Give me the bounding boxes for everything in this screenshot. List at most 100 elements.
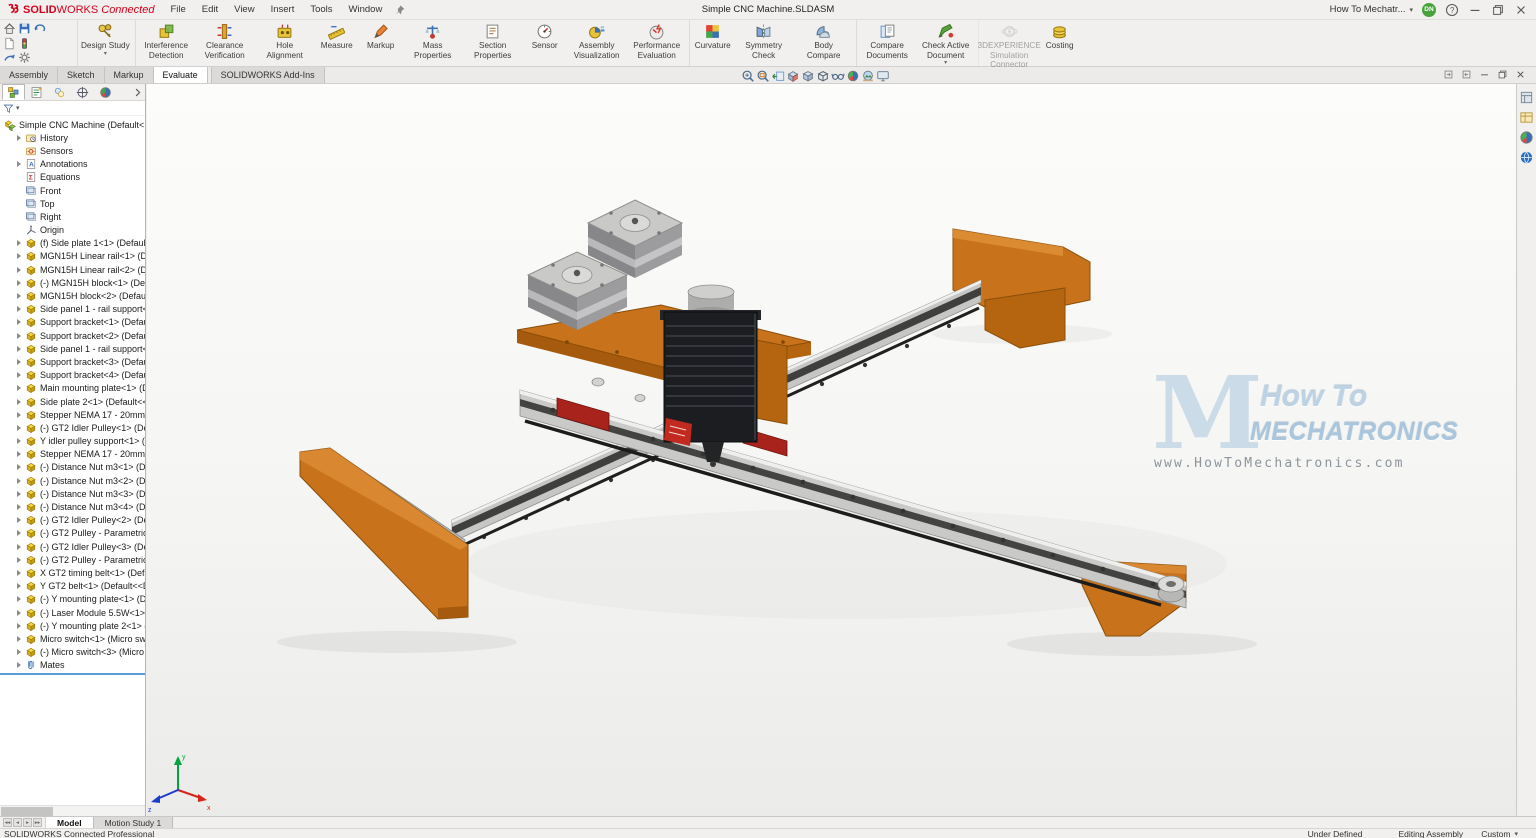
expand-arrow-icon[interactable] bbox=[17, 399, 21, 405]
tree-item[interactable]: Stepper NEMA 17 - 20mm shaft<1> bbox=[0, 408, 145, 421]
tree-item[interactable]: Mates bbox=[0, 659, 145, 672]
task-pane-button[interactable] bbox=[1519, 110, 1534, 125]
menu-item[interactable]: Window bbox=[341, 4, 391, 15]
restore-button[interactable] bbox=[1491, 3, 1505, 17]
feature-manager-tab[interactable] bbox=[71, 84, 94, 100]
headsup-button[interactable]: ▾ bbox=[786, 69, 800, 83]
expand-arrow-icon[interactable] bbox=[17, 253, 21, 259]
expand-arrow-icon[interactable] bbox=[17, 161, 21, 167]
account-menu[interactable]: How To Mechatr...▾ bbox=[1330, 4, 1413, 15]
menu-item[interactable]: Tools bbox=[302, 4, 340, 15]
ribbon-button[interactable]: Measure ▾ bbox=[315, 20, 359, 66]
feature-manager-tab[interactable] bbox=[94, 84, 117, 100]
expand-arrow-icon[interactable] bbox=[17, 504, 21, 510]
tree-item[interactable]: Y GT2 belt<1> (Default<<Default>_ bbox=[0, 580, 145, 593]
expand-arrow-icon[interactable] bbox=[17, 293, 21, 299]
tree-item[interactable]: (-) GT2 Pulley - Parametric<2> (GT2 bbox=[0, 527, 145, 540]
ribbon-button[interactable]: Mass Properties ▾ bbox=[403, 20, 463, 66]
quick-access-button[interactable]: ▾ bbox=[18, 37, 31, 50]
tree-item[interactable]: Σ Equations bbox=[0, 171, 145, 184]
expand-arrow-icon[interactable] bbox=[17, 451, 21, 457]
command-tab[interactable]: Assembly bbox=[0, 67, 58, 83]
tree-item[interactable]: (-) Micro switch<3> (Micro switch< bbox=[0, 646, 145, 659]
expand-arrow-icon[interactable] bbox=[17, 464, 21, 470]
expand-arrow-icon[interactable] bbox=[17, 412, 21, 418]
tree-item[interactable]: Side panel 1 - rail support<2> (Defa bbox=[0, 342, 145, 355]
quick-access-button[interactable]: ▾ bbox=[18, 51, 31, 64]
tree-item[interactable]: MGN15H Linear rail<1> (Default<<D bbox=[0, 250, 145, 263]
expand-arrow-icon[interactable] bbox=[17, 530, 21, 536]
doc-close-icon[interactable] bbox=[1515, 69, 1526, 80]
expand-arrow-icon[interactable] bbox=[17, 544, 21, 550]
expand-arrow-icon[interactable] bbox=[17, 649, 21, 655]
study-tab[interactable]: Motion Study 1 bbox=[94, 817, 174, 828]
next-tab-button[interactable]: ▸ bbox=[23, 818, 32, 827]
tree-item[interactable]: (-) Distance Nut m3<4> (Default<< bbox=[0, 500, 145, 513]
headsup-button[interactable]: ▾ bbox=[861, 69, 875, 83]
tree-item[interactable]: (-) Laser Module 5.5W<1> (Default< bbox=[0, 606, 145, 619]
expand-arrow-icon[interactable] bbox=[17, 372, 21, 378]
expand-arrow-icon[interactable] bbox=[17, 319, 21, 325]
menu-item[interactable]: Edit bbox=[194, 4, 226, 15]
ribbon-button[interactable]: Compare Documents ▾ bbox=[856, 20, 916, 66]
tree-item[interactable]: (-) Y mounting plate<1> (Default<< bbox=[0, 593, 145, 606]
tree-item[interactable]: (-) Distance Nut m3<1> (Default<< bbox=[0, 461, 145, 474]
task-pane-button[interactable] bbox=[1519, 90, 1534, 105]
expand-arrow-icon[interactable] bbox=[17, 346, 21, 352]
expand-arrow-icon[interactable] bbox=[17, 478, 21, 484]
prev-tab-button[interactable]: ◂ bbox=[13, 818, 22, 827]
command-tab[interactable]: Sketch bbox=[58, 67, 105, 83]
expand-arrow-icon[interactable] bbox=[17, 610, 21, 616]
headsup-button[interactable]: ▾ bbox=[741, 69, 755, 83]
expand-arrow-icon[interactable] bbox=[17, 636, 21, 642]
headsup-button[interactable]: ▾ bbox=[846, 69, 860, 83]
tree-item[interactable]: Support bracket<4> (Default<<Defa bbox=[0, 369, 145, 382]
expand-arrow-icon[interactable] bbox=[17, 425, 21, 431]
tree-item[interactable]: History bbox=[0, 131, 145, 144]
task-pane-button[interactable] bbox=[1519, 130, 1534, 145]
ribbon-button[interactable]: Markup ▾ bbox=[359, 20, 403, 66]
avatar[interactable]: DN bbox=[1422, 3, 1436, 17]
tree-item[interactable]: (-) Distance Nut m3<2> (Default<< bbox=[0, 474, 145, 487]
tree-horizontal-scrollbar[interactable] bbox=[0, 805, 145, 816]
doc-restore-icon[interactable] bbox=[1497, 69, 1508, 80]
expand-arrow-icon[interactable] bbox=[17, 596, 21, 602]
tree-item[interactable]: Right bbox=[0, 210, 145, 223]
first-tab-button[interactable]: ◂◂ bbox=[3, 818, 12, 827]
ribbon-button[interactable]: Section Properties ▾ bbox=[463, 20, 523, 66]
quick-access-button[interactable]: ▾ bbox=[3, 37, 16, 50]
headsup-button[interactable]: ▾ bbox=[771, 69, 785, 83]
expand-arrow-icon[interactable] bbox=[17, 517, 21, 523]
tree-item[interactable]: Main mounting plate<1> (Default< bbox=[0, 382, 145, 395]
tree-item[interactable]: (-) GT2 Idler Pulley<1> (Default<<D bbox=[0, 421, 145, 434]
expand-arrow-icon[interactable] bbox=[17, 491, 21, 497]
task-pane-button[interactable] bbox=[1519, 150, 1534, 165]
tree-item[interactable]: Support bracket<1> (Default<<Defa bbox=[0, 316, 145, 329]
expand-arrow-icon[interactable] bbox=[17, 662, 21, 668]
expand-arrow-icon[interactable] bbox=[17, 135, 21, 141]
tree-item[interactable]: Y idler pulley support<1> (Default< bbox=[0, 435, 145, 448]
quick-access-button[interactable]: ▾ bbox=[3, 22, 16, 35]
ribbon-button[interactable]: Hole Alignment ▾ bbox=[255, 20, 315, 66]
tree-item[interactable]: Support bracket<3> (Default<<Defa bbox=[0, 355, 145, 368]
expand-arrow-icon[interactable] bbox=[17, 623, 21, 629]
tree-item[interactable]: (-) MGN15H block<1> (Default<<De bbox=[0, 276, 145, 289]
tree-item[interactable]: Top bbox=[0, 197, 145, 210]
command-tab[interactable]: Markup bbox=[105, 67, 154, 83]
quick-access-button[interactable]: ▾ bbox=[18, 22, 31, 35]
study-tab[interactable]: Model bbox=[46, 817, 94, 828]
expand-arrow-icon[interactable] bbox=[17, 438, 21, 444]
headsup-button[interactable]: ▾ bbox=[801, 69, 815, 83]
tree-item[interactable]: Side panel 1 - rail support<1> (Defa bbox=[0, 303, 145, 316]
headsup-button[interactable]: ▾ bbox=[756, 69, 770, 83]
ribbon-button[interactable]: Clearance Verification ▾ bbox=[195, 20, 255, 66]
tree-item[interactable]: X GT2 timing belt<1> (Default<<De bbox=[0, 566, 145, 579]
tree-item[interactable]: MGN15H block<2> (Default<<Defa bbox=[0, 289, 145, 302]
expand-arrow-icon[interactable] bbox=[17, 570, 21, 576]
ribbon-button[interactable]: Design Study ▾ bbox=[78, 20, 133, 66]
tree-item[interactable]: Origin bbox=[0, 224, 145, 237]
minimize-button[interactable] bbox=[1468, 3, 1482, 17]
ribbon-button[interactable]: 3DEXPERIENCE Simulation Connector ▾ bbox=[978, 20, 1038, 66]
menu-item[interactable]: View bbox=[226, 4, 262, 15]
tree-item[interactable]: (-) Y mounting plate 2<1> (Default< bbox=[0, 619, 145, 632]
